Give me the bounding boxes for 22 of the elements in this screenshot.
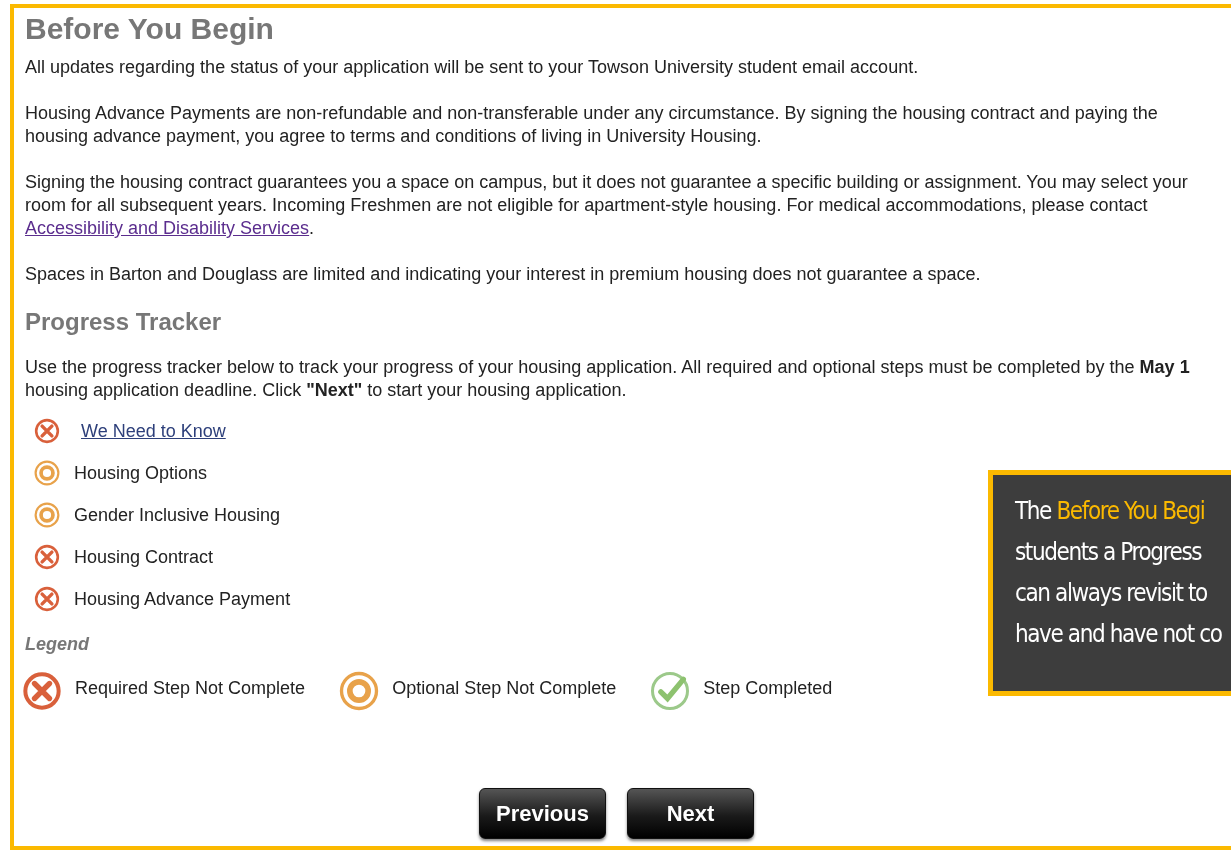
step-label: Gender Inclusive Housing	[74, 504, 281, 526]
step-label: Housing Options	[74, 462, 208, 484]
callout-text: The Before You Begi	[1015, 496, 1206, 527]
step-label: Housing Advance Payment	[74, 588, 291, 610]
step-label: Housing Contract	[74, 546, 214, 568]
paragraph: Use the progress tracker below to track your progress of your housing application. All required and optional steps must be completed by the May 1 housing application deadline. Click "Next" to start your housing application.	[25, 356, 1191, 402]
callout-text: have and have not co	[1015, 619, 1223, 650]
previous-button[interactable]: Previous	[479, 788, 606, 839]
paragraph: Housing Advance Payments are non-refundable and non-transferable under any circumstance. By signing the housing contract and paying the housing advance payment, you agree to terms and conditions of living in University Housing.	[25, 102, 1159, 148]
page-title: Before You Begin	[25, 12, 275, 46]
paragraph: All updates regarding the status of your application will be sent to your Towson University student email account.	[25, 56, 920, 79]
callout-text: can always revisit to	[1015, 578, 1208, 609]
legend-label: Optional Step Not Complete	[392, 677, 617, 699]
paragraph: Signing the housing contract guarantees you a space on campus, but it does not guarantee a specific building or assignment. You may select your room for all subsequent years. Incoming Freshmen are not eligible for apartment-style housing. For medical accommodations, please contact Accessibility and Disability Services.	[25, 171, 1189, 240]
step-link[interactable]: We Need to Know	[81, 420, 226, 442]
paragraph: Spaces in Barton and Douglass are limited and indicating your interest in premium housing does not guarantee a space.	[25, 263, 982, 286]
section-title: Progress Tracker	[25, 308, 223, 336]
legend-label: Step Completed	[703, 677, 833, 699]
legend-label: Required Step Not Complete	[75, 677, 306, 699]
callout-text: students a Progress	[1015, 537, 1203, 568]
link[interactable]: Accessibility and Disability Services	[25, 218, 310, 238]
next-button[interactable]: Next	[627, 788, 754, 839]
